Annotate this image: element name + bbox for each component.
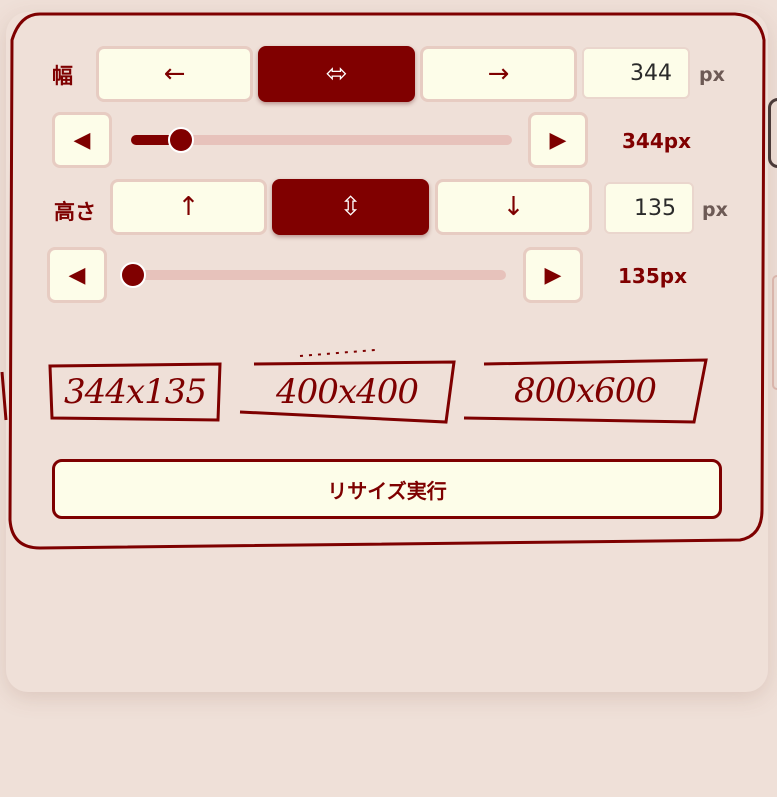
arrow-right-icon: → xyxy=(487,59,510,89)
execute-resize-button[interactable]: リサイズ実行 xyxy=(52,459,722,519)
width-label: 幅 xyxy=(52,64,73,88)
right-edge-panel xyxy=(772,275,777,390)
resize-card xyxy=(6,12,768,692)
height-label: 高さ xyxy=(54,200,96,224)
height-decrease-button[interactable]: ◀ xyxy=(47,247,107,303)
width-increase-button[interactable]: ▶ xyxy=(528,112,588,168)
align-center-vertical-button[interactable]: ⇳ xyxy=(272,179,429,235)
height-unit: px xyxy=(702,199,728,221)
align-left-button[interactable]: ← xyxy=(96,46,253,102)
height-slider-thumb[interactable] xyxy=(120,262,146,288)
arrow-left-icon: ← xyxy=(163,59,186,89)
triangle-left-icon: ◀ xyxy=(68,262,86,288)
triangle-right-icon: ▶ xyxy=(549,127,567,153)
preset-label: 800x600 xyxy=(514,371,657,411)
height-slider-track[interactable] xyxy=(125,270,506,280)
arrow-up-down-icon: ⇳ xyxy=(339,192,362,222)
triangle-right-icon: ▶ xyxy=(544,262,562,288)
execute-resize-label: リサイズ実行 xyxy=(327,478,447,503)
arrow-up-icon: ↑ xyxy=(177,192,200,222)
preset-344x135[interactable]: 344x135 xyxy=(46,360,224,424)
preset-label: 344x135 xyxy=(64,372,207,412)
height-value-display: 135px xyxy=(618,264,687,288)
right-edge-button[interactable] xyxy=(768,98,777,168)
resize-panel-page: 幅 ← ⬄ → px ◀ ▶ 344px 高さ ↑ ⇳ ↓ px ◀ ▶ 135… xyxy=(0,0,777,797)
align-bottom-button[interactable]: ↓ xyxy=(435,179,592,235)
height-increase-button[interactable]: ▶ xyxy=(523,247,583,303)
triangle-left-icon: ◀ xyxy=(73,127,91,153)
align-right-button[interactable]: → xyxy=(420,46,577,102)
preset-400x400[interactable]: 400x400 xyxy=(236,358,458,426)
preset-label: 400x400 xyxy=(276,372,419,412)
width-unit: px xyxy=(699,64,725,86)
arrow-down-icon: ↓ xyxy=(502,192,525,222)
align-center-horizontal-button[interactable]: ⬄ xyxy=(258,46,415,102)
width-input[interactable] xyxy=(582,47,690,99)
width-slider-thumb[interactable] xyxy=(167,127,194,153)
align-top-button[interactable]: ↑ xyxy=(110,179,267,235)
arrow-left-right-icon: ⬄ xyxy=(325,59,348,89)
width-value-display: 344px xyxy=(622,129,691,153)
width-decrease-button[interactable]: ◀ xyxy=(52,112,112,168)
height-input[interactable] xyxy=(604,182,694,234)
preset-800x600[interactable]: 800x600 xyxy=(462,356,708,426)
